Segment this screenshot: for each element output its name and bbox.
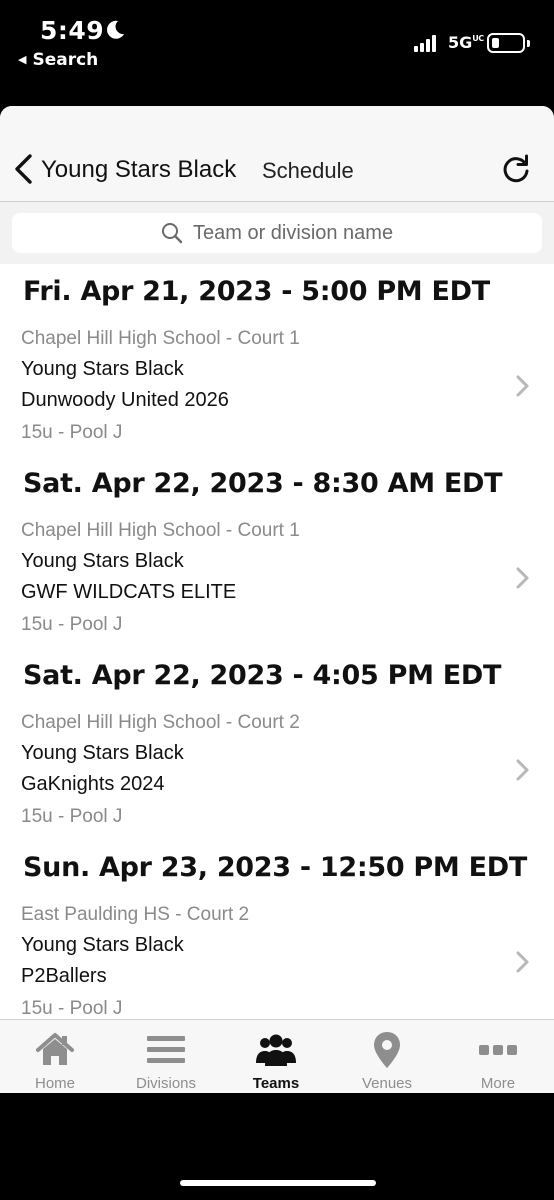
tab-teams[interactable]: Teams (221, 1020, 331, 1093)
signal-icon (414, 34, 440, 52)
moon-icon (107, 20, 124, 39)
game-venue: Chapel Hill High School - Court 1 (21, 520, 300, 541)
game-team-opponent: Dunwoody United 2026 (21, 389, 229, 411)
status-bar: 5:49 ◀ Search 5GUC (0, 0, 554, 80)
game-team-home: Young Stars Black (21, 550, 184, 572)
search-input[interactable]: Team or division name (12, 213, 542, 253)
refresh-icon[interactable] (499, 152, 533, 186)
game-division: 15u - Pool J (21, 614, 123, 635)
game-datetime: Sun. Apr 23, 2023 - 12:50 PM EDT (23, 852, 527, 883)
game-venue: Chapel Hill High School - Court 1 (21, 328, 300, 349)
network-indicator: 5GUC (448, 33, 484, 52)
chevron-right-icon (516, 951, 529, 973)
game-list: Fri. Apr 21, 2023 - 5:00 PM EDT Chapel H… (0, 264, 554, 1019)
game-division: 15u - Pool J (21, 998, 123, 1019)
game-team-home: Young Stars Black (21, 934, 184, 956)
game-venue: Chapel Hill High School - Court 2 (21, 712, 300, 733)
page-subtitle: Schedule (262, 158, 354, 183)
schedule-sheet: Young Stars Black Schedule Team or divis… (0, 106, 554, 1093)
game-division: 15u - Pool J (21, 422, 123, 443)
clock: 5:49 (40, 16, 105, 45)
game-datetime: Sat. Apr 22, 2023 - 4:05 PM EDT (23, 660, 502, 691)
team-title: Young Stars Black (41, 156, 237, 183)
back-to-search-label: Search (32, 50, 99, 70)
divisions-icon (147, 1036, 185, 1063)
back-chevron-icon[interactable] (10, 152, 40, 186)
tab-venues[interactable]: Venues (332, 1020, 442, 1093)
venues-icon (374, 1032, 400, 1068)
home-icon (36, 1033, 74, 1065)
back-to-search-link[interactable]: ◀ Search (18, 50, 98, 70)
chevron-right-icon (516, 567, 529, 589)
game-team-opponent: GWF WILDCATS ELITE (21, 581, 237, 603)
more-icon (479, 1045, 517, 1055)
tab-more[interactable]: More (443, 1020, 553, 1093)
game-item[interactable]: Sun. Apr 23, 2023 - 12:50 PM EDT East Pa… (0, 840, 554, 1019)
tab-home-label: Home (34, 1075, 75, 1092)
game-division: 15u - Pool J (21, 806, 123, 827)
network-label: 5G (448, 33, 473, 52)
home-indicator[interactable] (180, 1180, 376, 1186)
game-item[interactable]: Sat. Apr 22, 2023 - 4:05 PM EDT Chapel H… (0, 648, 554, 840)
game-datetime: Fri. Apr 21, 2023 - 5:00 PM EDT (23, 276, 490, 307)
game-team-opponent: P2Ballers (21, 965, 107, 987)
tab-bar: Home Divisions Teams Venues More (0, 1019, 554, 1093)
tab-more-label: More (480, 1075, 516, 1092)
game-item[interactable]: Sat. Apr 22, 2023 - 8:30 AM EDT Chapel H… (0, 456, 554, 648)
tab-divisions[interactable]: Divisions (111, 1020, 221, 1093)
battery-icon (487, 33, 530, 53)
search-icon (162, 223, 183, 244)
game-team-opponent: GaKnights 2024 (21, 773, 165, 795)
teams-icon (256, 1034, 296, 1066)
back-triangle-icon: ◀ (18, 53, 27, 66)
game-item[interactable]: Fri. Apr 21, 2023 - 5:00 PM EDT Chapel H… (0, 264, 554, 456)
search-bar-container: Team or division name (0, 202, 554, 264)
tab-teams-label: Teams (252, 1075, 300, 1092)
game-team-home: Young Stars Black (21, 742, 184, 764)
search-placeholder: Team or division name (193, 222, 394, 244)
tab-home[interactable]: Home (0, 1020, 110, 1093)
game-venue: East Paulding HS - Court 2 (21, 904, 250, 925)
tab-divisions-label: Divisions (135, 1075, 196, 1092)
chevron-right-icon (516, 375, 529, 397)
chevron-right-icon (516, 759, 529, 781)
navigation-bar: Young Stars Black Schedule (0, 106, 554, 202)
tab-venues-label: Venues (361, 1075, 413, 1092)
game-datetime: Sat. Apr 22, 2023 - 8:30 AM EDT (23, 468, 503, 499)
network-sup-label: UC (472, 34, 484, 43)
game-team-home: Young Stars Black (21, 358, 184, 380)
